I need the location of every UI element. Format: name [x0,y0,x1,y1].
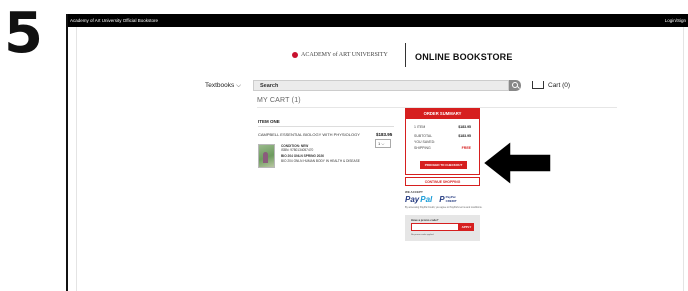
course-line-2: BIO 204 ONLN HUMAN BODY IN HEALTH & DISE… [281,158,360,163]
store-name-link[interactable]: Academy of Art University Official Books… [70,14,158,27]
items-count-label: 1 ITEM [414,125,426,129]
we-accept-label: WE ACCEPT [405,190,423,194]
paypal-logo-part2: Pal [420,195,433,204]
university-logo[interactable]: ACADEMY of ART UNIVERSITY [292,52,388,58]
item-title[interactable]: CAMPBELL ESSENTIAL BIOLOGY WITH PHYSIOLO… [258,132,360,137]
items-total-value: $183.95 [458,125,471,129]
paypal-credit-mark: P [439,195,445,204]
logo-text: ACADEMY of ART UNIVERSITY [301,52,388,58]
cart-label: Cart (0) [548,81,571,89]
item-price: $183.95 [376,132,393,137]
subtotal-value: $183.95 [458,134,471,138]
order-summary-panel: ORDER SUMMARY 1 ITEM $183.95 SUBTOTAL $1… [405,108,480,175]
book-cover-image [258,144,275,168]
proceed-to-checkout-button[interactable]: PROCEED TO CHECKOUT [420,161,467,169]
search-button[interactable] [509,80,521,91]
subtotal-label: SUBTOTAL [414,134,433,138]
item-heading: ITEM ONE [258,119,280,124]
pointer-arrow-icon [481,139,552,187]
store-title: ONLINE BOOKSTORE [415,52,513,62]
page-content: ACADEMY of ART UNIVERSITY ONLINE BOOKSTO… [76,27,684,291]
textbooks-dropdown[interactable]: Textbooks ⌵ [205,82,241,90]
promo-question: Have a promo code? [411,218,439,222]
continue-shopping-button[interactable]: CONTINUE SHOPPING [405,177,480,186]
paypal-credit-line2: CREDIT [445,198,457,203]
step-number: 5 [4,1,43,66]
quantity-value: 1 [378,141,381,146]
paypal-credit-logo: P PayPal CREDIT [439,195,457,204]
apply-promo-button[interactable]: APPLY [459,223,474,231]
search-bar-row: Textbooks ⌵ Search Cart (0) [77,79,683,95]
promo-code-input[interactable] [411,223,459,231]
item-divider [258,126,394,127]
you-saved-label: YOU SAVED: [414,140,436,144]
search-input[interactable]: Search [253,80,509,91]
promo-note: No promo code applied [411,234,434,236]
paypal-note: By accessing PayPal Credit, you agree to… [405,206,483,209]
top-bar: Academy of Art University Official Books… [68,14,688,27]
site-header: ACADEMY of ART UNIVERSITY ONLINE BOOKSTO… [77,27,683,79]
shipping-label: SHIPPING [414,146,431,150]
promo-code-box: Have a promo code? APPLY No promo code a… [405,215,480,241]
paypal-logo: Pay Pal P PayPal CREDIT [405,195,457,204]
item-details: CONDITION: NEW ISBN: 9780134057470 BIO 2… [281,144,360,163]
quantity-select[interactable]: 1 ⌵ [375,139,391,148]
logo-mark-icon [292,52,298,58]
cart-link[interactable]: Cart (0) [532,81,570,89]
order-summary-heading: ORDER SUMMARY [406,109,479,119]
cart-title: MY CART (1) [257,97,301,104]
cart-icon [532,81,544,89]
login-link[interactable]: Login/Sign [665,14,686,27]
header-divider [405,43,406,67]
browser-screenshot: Academy of Art University Official Books… [66,14,688,291]
shipping-value: FREE [461,146,471,150]
paypal-logo-part1: Pay [405,195,420,204]
